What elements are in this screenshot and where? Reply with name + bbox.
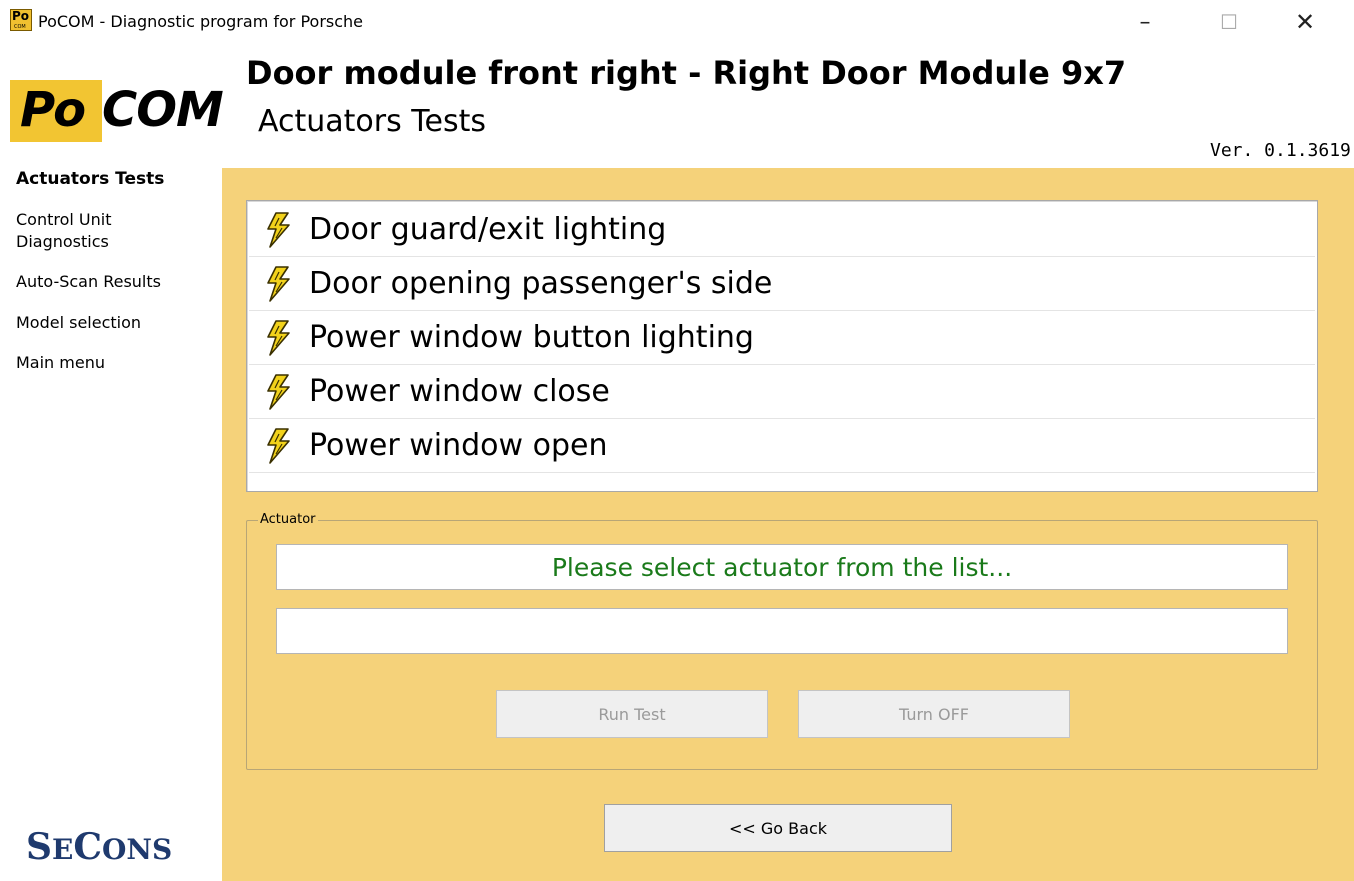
list-item-label: Power window button lighting: [309, 320, 754, 355]
list-item-label: Power window close: [309, 374, 610, 409]
logo-po-block: Po: [10, 80, 102, 142]
sidebar-item-auto-scan-results[interactable]: Auto-Scan Results: [16, 271, 216, 293]
sidebar-item-control-unit-diagnostics[interactable]: Control Unit Diagnostics: [16, 209, 146, 253]
sidebar-item-model-selection[interactable]: Model selection: [16, 312, 216, 334]
lightning-bolt-icon: [249, 365, 309, 419]
pocom-logo: Po COM: [10, 80, 224, 142]
secons-letter-s: S: [26, 826, 52, 868]
lightning-bolt-icon: [249, 203, 309, 257]
run-test-button[interactable]: Run Test: [496, 690, 768, 738]
actuator-group-legend: Actuator: [258, 512, 318, 527]
minimize-button[interactable]: –: [1116, 0, 1174, 44]
actuator-result-field: [276, 608, 1288, 654]
app-icon-text: Po: [12, 9, 30, 23]
go-back-button[interactable]: << Go Back: [604, 804, 952, 852]
lightning-bolt-icon: [249, 419, 309, 473]
list-item[interactable]: Power window close: [249, 365, 1315, 419]
sidebar-item-main-menu[interactable]: Main menu: [16, 352, 216, 374]
lightning-bolt-icon: [249, 311, 309, 365]
logo-com-text: COM: [102, 82, 224, 138]
version-label: Ver. 0.1.3619: [1210, 140, 1351, 161]
secons-letters-ons: ONS: [102, 833, 173, 866]
app-icon-subtext: COM: [14, 24, 26, 30]
turn-off-button[interactable]: Turn OFF: [798, 690, 1070, 738]
list-item[interactable]: Door guard/exit lighting: [249, 203, 1315, 257]
list-item-label: Power window open: [309, 428, 608, 463]
page-title: Door module front right - Right Door Mod…: [246, 54, 1127, 92]
title-bar: Po COM PoCOM - Diagnostic program for Po…: [0, 0, 1354, 44]
window-title: PoCOM - Diagnostic program for Porsche: [38, 12, 364, 31]
list-item[interactable]: Power window button lighting: [249, 311, 1315, 365]
secons-letter-c: C: [73, 826, 102, 868]
list-item[interactable]: Door opening passenger's side: [249, 257, 1315, 311]
secons-logo: SECONS: [26, 826, 172, 868]
secons-letter-e: E: [52, 833, 74, 866]
logo-po-text: Po: [20, 82, 86, 138]
list-item[interactable]: Power window open: [249, 419, 1315, 473]
sidebar: [0, 160, 220, 881]
sidebar-item-actuators-tests[interactable]: Actuators Tests: [16, 168, 216, 190]
maximize-button[interactable]: ☐: [1200, 0, 1258, 44]
app-icon: Po COM: [10, 9, 32, 31]
close-button[interactable]: ✕: [1276, 0, 1334, 44]
list-item-label: Door opening passenger's side: [309, 266, 773, 301]
lightning-bolt-icon: [249, 257, 309, 311]
page-subtitle: Actuators Tests: [258, 104, 486, 139]
actuator-status-field: Please select actuator from the list...: [276, 544, 1288, 590]
actuator-list[interactable]: Door guard/exit lighting Door opening pa…: [246, 200, 1318, 492]
list-item-label: Door guard/exit lighting: [309, 212, 667, 247]
